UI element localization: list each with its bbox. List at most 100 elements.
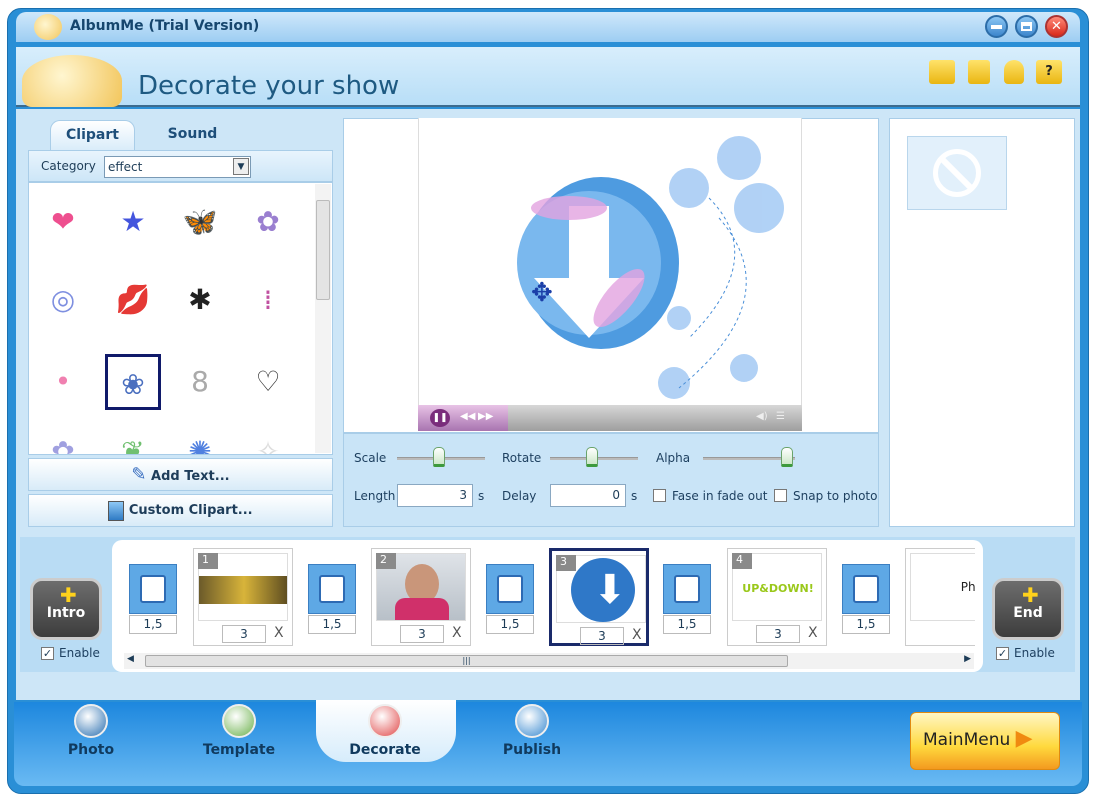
transition-item[interactable]: 1,5 — [129, 564, 177, 634]
end-enable-checkbox[interactable]: ✓ — [996, 647, 1009, 660]
transition-item[interactable]: 1,5 — [842, 564, 890, 634]
slide-item[interactable]: 2 3X — [371, 548, 471, 646]
transition-thumbnail[interactable] — [129, 564, 177, 614]
timeline-scrollbar-thumb[interactable]: ||| — [145, 655, 788, 667]
user-icon[interactable] — [1004, 60, 1024, 84]
transition-duration[interactable]: 1,5 — [129, 615, 177, 634]
delay-input[interactable]: 0 — [550, 484, 626, 507]
rewind-button[interactable]: ◀◀ — [460, 411, 475, 422]
nav-publish[interactable]: Publish — [477, 702, 587, 766]
clipart-item-rings[interactable]: ◎ — [35, 272, 91, 328]
remove-slide-icon[interactable]: X — [808, 625, 818, 641]
transition-duration[interactable]: 1,5 — [308, 615, 356, 634]
menu-icon[interactable]: ☰ — [776, 411, 785, 422]
nav-decorate[interactable]: Decorate — [330, 702, 440, 766]
clipart-item-ant[interactable]: ✱ — [172, 272, 228, 328]
slide-number: 4 — [732, 553, 752, 569]
transition-thumbnail[interactable] — [308, 564, 356, 614]
clipart-item-sparkle[interactable]: ✧ — [240, 424, 296, 454]
slide-item[interactable]: UP&DOWN! 4 3 X — [727, 548, 827, 646]
plus-icon: ✚ — [60, 583, 77, 607]
alpha-label: Alpha — [656, 451, 691, 465]
remove-slide-icon[interactable]: X — [632, 627, 642, 643]
clipart-item-flower-small[interactable]: ✿ — [35, 424, 91, 454]
pencil-icon: ✎ — [131, 464, 147, 485]
clipart-item-lips[interactable]: 💋 — [105, 272, 161, 328]
nav-photo[interactable]: Photo — [36, 702, 146, 766]
tab-clipart[interactable]: Clipart — [50, 120, 135, 150]
transition-duration[interactable]: 1,5 — [486, 615, 534, 634]
tab-sound[interactable]: Sound — [150, 120, 235, 150]
volume-icon[interactable]: ◀) — [756, 411, 768, 422]
folder-open-icon[interactable] — [929, 60, 955, 84]
plus-icon: ✚ — [1022, 583, 1039, 607]
clipart-item-outline-shape[interactable]: 8 — [172, 354, 228, 410]
transition-item[interactable]: 1,5 — [308, 564, 356, 634]
add-text-label: Add Text... — [151, 469, 230, 484]
slide-item[interactable]: Photo — [905, 548, 975, 646]
slide-duration[interactable]: 3 — [400, 625, 444, 643]
length-input[interactable]: 3 — [397, 484, 473, 507]
transition-thumbnail[interactable] — [663, 564, 711, 614]
clipart-item-butterfly[interactable]: 🦋 — [172, 194, 228, 250]
clipart-item-hanging-drops[interactable]: ⁞ — [240, 272, 296, 328]
decorate-icon — [368, 704, 402, 738]
clipart-item-petals[interactable]: • — [35, 354, 91, 410]
remove-slide-icon[interactable]: X — [452, 625, 462, 641]
slide-number: 3 — [556, 555, 576, 571]
close-button[interactable]: ✕ — [1045, 15, 1068, 38]
alpha-slider-handle[interactable] — [781, 447, 793, 467]
help-icon[interactable]: ? — [1036, 60, 1062, 84]
scrollbar-thumb[interactable] — [316, 200, 330, 300]
clipart-item-hearts-outline[interactable]: ♡ — [240, 354, 296, 410]
fade-checkbox[interactable] — [653, 489, 666, 502]
nav-label: Template — [202, 742, 276, 758]
clipart-item-leaf[interactable]: ❦ — [105, 424, 161, 454]
slide-duration[interactable]: 3 — [222, 625, 266, 643]
remove-slide-icon[interactable]: X — [274, 625, 284, 641]
delay-label: Delay — [502, 489, 537, 503]
transition-duration[interactable]: 1,5 — [842, 615, 890, 634]
slide-duration[interactable]: 3 — [756, 625, 800, 643]
rotate-slider-handle[interactable] — [586, 447, 598, 467]
forward-button[interactable]: ▶▶ — [478, 411, 493, 422]
chevron-down-icon[interactable]: ▼ — [233, 158, 249, 175]
no-entry-icon — [933, 149, 981, 197]
clipart-item-splash[interactable]: ✺ — [172, 424, 228, 454]
slide-item[interactable]: 1 3X — [193, 548, 293, 646]
minimize-button[interactable] — [985, 15, 1008, 38]
pause-button[interactable]: ❚❚ — [430, 409, 450, 427]
preview-stage[interactable]: ✥ — [418, 118, 802, 430]
transition-item[interactable]: 1,5 — [663, 564, 711, 634]
delay-unit: s — [631, 489, 638, 503]
snap-checkbox[interactable] — [774, 489, 787, 502]
photo-placeholder[interactable]: Photo — [910, 553, 975, 621]
intro-button[interactable]: ✚ Intro — [30, 578, 102, 640]
slide-item[interactable]: ⬇ 3 3 X — [549, 548, 649, 646]
add-text-button[interactable]: ✎ Add Text... — [28, 458, 333, 491]
slide-duration[interactable]: 3 — [580, 627, 624, 645]
end-button[interactable]: ✚ End — [992, 578, 1064, 640]
clipart-item-confetti[interactable]: ✿ — [240, 194, 296, 250]
restore-button[interactable] — [1015, 15, 1038, 38]
category-select[interactable]: effect — [104, 156, 251, 178]
transition-thumbnail[interactable] — [842, 564, 890, 614]
main-menu-button[interactable]: MainMenu ▶ — [910, 712, 1060, 770]
clipart-item-heart[interactable]: ❤ — [35, 194, 91, 250]
nav-label: Publish — [502, 742, 562, 758]
save-icon[interactable] — [968, 60, 990, 84]
nav-template[interactable]: Template — [184, 702, 294, 766]
transition-duration[interactable]: 1,5 — [663, 615, 711, 634]
transition-item[interactable]: 1,5 — [486, 564, 534, 634]
clipart-item-stars[interactable]: ★ — [105, 194, 161, 250]
page-title: Decorate your show — [138, 71, 400, 101]
clipart-item-flowers[interactable]: ❀ — [105, 354, 161, 410]
category-label: Category — [41, 159, 96, 173]
picture-icon — [108, 500, 125, 521]
custom-clipart-button[interactable]: Custom Clipart... — [28, 494, 333, 527]
scale-slider-handle[interactable] — [433, 447, 445, 467]
custom-clipart-label: Custom Clipart... — [128, 503, 253, 518]
transition-thumbnail[interactable] — [486, 564, 534, 614]
intro-enable-checkbox[interactable]: ✓ — [41, 647, 54, 660]
publish-icon — [515, 704, 549, 738]
